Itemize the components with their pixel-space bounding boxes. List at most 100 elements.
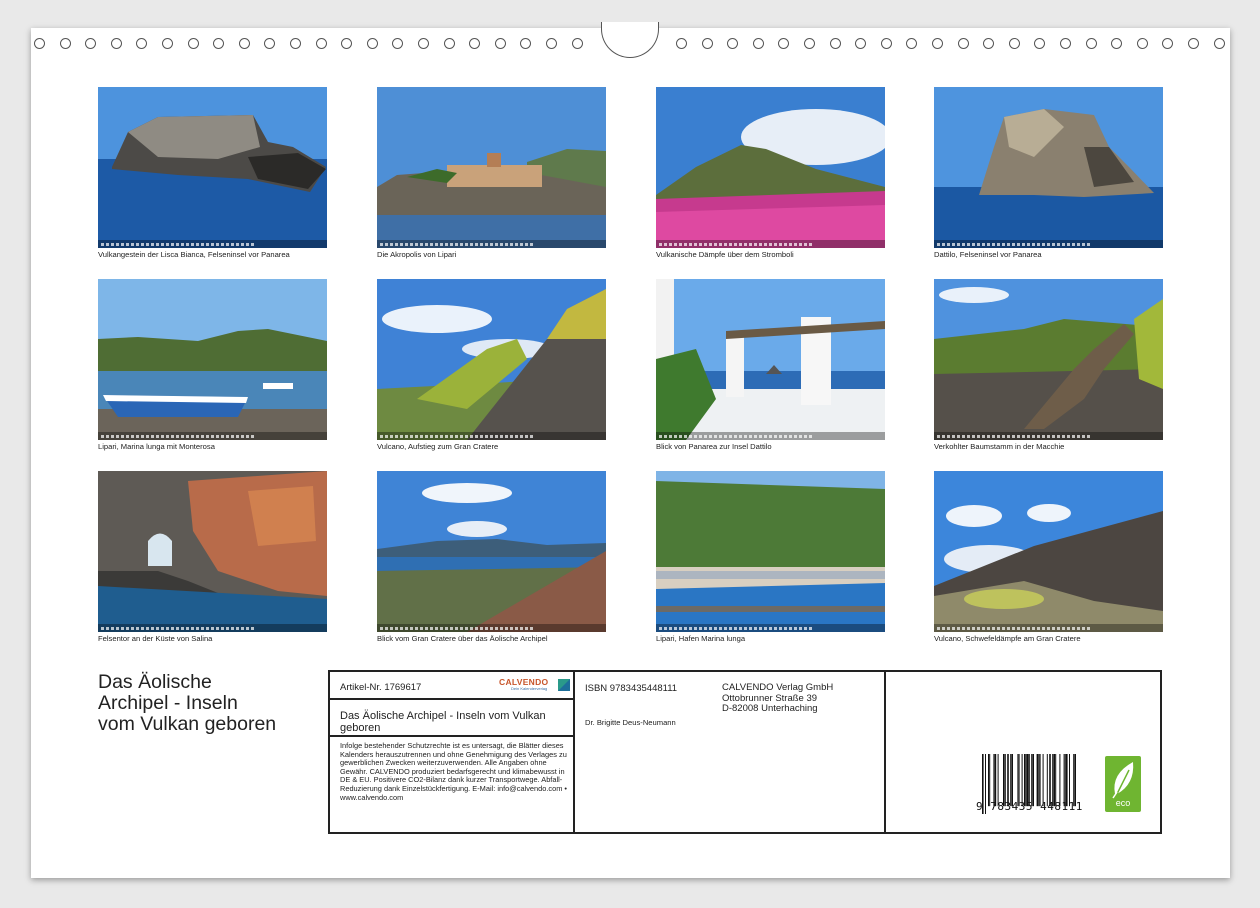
binding-ring [983,38,995,49]
binding-ring [34,38,45,49]
binding-ring [1213,38,1225,49]
barcode-bar [1052,754,1054,807]
binding-ring [85,38,97,49]
photo-caption: Vulcano, Schwefeldämpfe am Gran Cratere [934,634,1081,643]
binding-ring [855,38,867,49]
photo-caption: Lipari, Hafen Marina lunga [656,634,746,643]
photo-caption: Felsentor an der Küste von Salina [98,634,213,643]
barcode-bar [993,754,995,807]
photo-tile-11: Lipari, Hafen Marina lunga [656,471,885,644]
barcode-bar [1069,754,1070,807]
eco-badge: eco [1105,756,1141,812]
binding-ring [752,38,764,49]
photo-tile-2: Die Akropolis von Lipari [377,87,606,260]
barcode-bar [1010,754,1012,807]
binding-ring [366,38,378,49]
barcode-bar [1027,754,1028,807]
calvendo-logo: CALVENDO Dein Kalenderverlag [499,677,571,695]
binding-ring [59,38,71,49]
photo-tile-1: Vulkangestein der Lisca Bianca, Felsenin… [98,87,327,260]
photo-gran-cratere-blick [377,471,606,632]
barcode-bar [1042,754,1044,807]
barcode-bar [1059,754,1061,807]
barcode-bar [1017,754,1019,807]
barcode-bar [1074,754,1076,807]
binding-ring [1008,38,1020,49]
binding-ring [880,38,892,49]
month-strip [934,432,1163,440]
barcode-bar [1011,754,1013,807]
photo-caption: Lipari, Marina lunga mit Monterosa [98,442,215,451]
photo-tile-5: Lipari, Marina lunga mit Monterosa [98,279,327,452]
month-strip [98,624,327,632]
barcode-bar [1039,754,1041,807]
isbn: ISBN 9783435448111 [585,683,678,694]
photo-schwefeldaempfe [934,471,1163,632]
barcode-bar [989,754,991,807]
binding-ring [778,38,790,49]
photo-tile-6: Vulcano, Aufstieg zum Gran Cratere [377,279,606,452]
photo-caption: Verkohlter Baumstamm in der Macchie [934,442,1065,451]
binding-ring [1162,38,1174,49]
binding-ring [1034,38,1046,49]
month-strip [377,240,606,248]
binding-ring [727,38,739,49]
binding-ring [136,38,148,49]
photo-caption: Blick vom Gran Cratere über das Äolische… [377,634,548,643]
barcode-number: 9 783435 448111 [976,800,1083,813]
binding-ring [546,38,557,49]
binding-ring [443,38,455,49]
binding-ring [1111,38,1123,49]
binding-ring [110,38,122,49]
calendar-page: Vulkangestein der Lisca Bianca, Felsenin… [31,22,1230,878]
binding-ring [418,38,429,49]
barcode-bar [1025,754,1027,807]
month-strip [98,240,327,248]
publisher-address: CALVENDO Verlag GmbH Ottobrunner Straße … [722,682,834,714]
photo-marina-lunga [98,279,327,440]
binding-ring [520,38,532,49]
binding-ring [571,38,583,49]
barcode-bar [1018,754,1020,807]
photo-caption: Vulkanische Dämpfe über dem Stromboli [656,250,794,259]
month-strip [98,432,327,440]
barcode-bar [994,754,997,807]
photo-caption: Vulcano, Aufstieg zum Gran Cratere [377,442,499,451]
photo-tile-7: Blick von Panarea zur Insel Dattilo [656,279,885,452]
month-strip [934,624,1163,632]
calvendo-mark-icon [558,679,570,691]
legal-notice: Infolge bestehender Schutzrechte ist es … [340,741,567,802]
photo-caption: Die Akropolis von Lipari [377,250,457,259]
binding-ring [957,38,969,49]
binding-ring [701,38,713,49]
binding-ring [469,38,481,49]
barcode-bar [1021,754,1023,807]
product-info-box: Artikel-Nr. 1769617 CALVENDO Dein Kalend… [328,670,1162,834]
product-title: Das Äolische Archipel - Inseln vom Vulka… [340,710,546,734]
binding-ring [494,38,506,49]
barcode-bar [1063,754,1065,807]
binding-ring [315,38,327,49]
photo-hafen-marina-lunga [656,471,885,632]
binding-ring [906,38,918,49]
photo-caption: Blick von Panarea zur Insel Dattilo [656,442,772,451]
eco-label: eco [1115,798,1131,808]
month-strip [656,432,885,440]
binding-ring [932,38,943,49]
binding-ring [238,38,250,49]
hanger-hook [601,22,659,58]
photo-felsentor-salina [98,471,327,632]
barcode-bar [1003,754,1005,807]
binding-ring [1136,38,1148,49]
photo-vulcano-aufstieg [377,279,606,440]
month-strip [934,240,1163,248]
barcode-bar [1073,754,1075,807]
barcode-bar [1024,754,1026,807]
barcode-bar [1036,754,1039,807]
barcode-bar [1028,754,1030,807]
binding-ring [341,38,353,49]
binding-ring [676,38,687,49]
barcode-bar [1031,754,1033,807]
binding-ring [829,38,841,49]
photo-akropolis-lipari [377,87,606,248]
